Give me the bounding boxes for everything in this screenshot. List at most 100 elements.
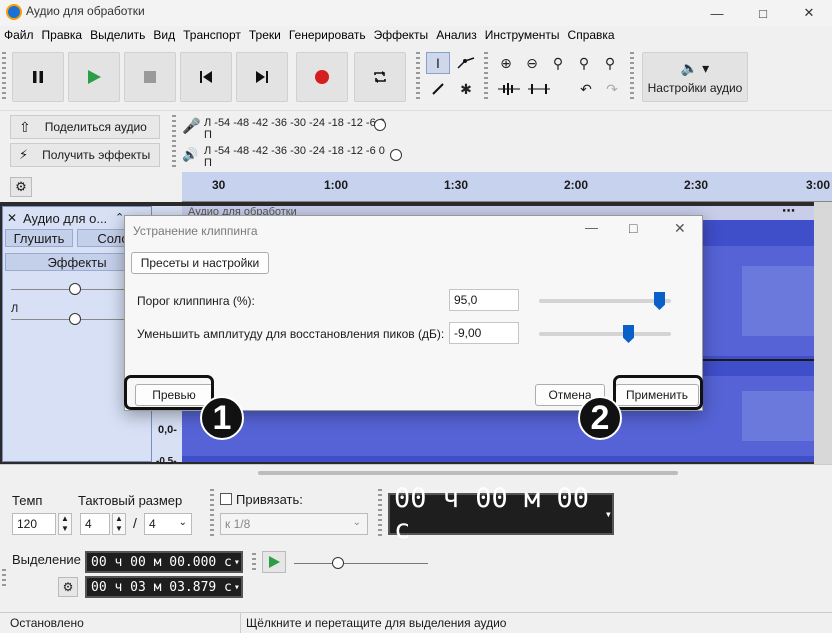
step-badge-1: 1 — [200, 396, 244, 440]
timesig-stepper[interactable]: ▲ ▼ — [112, 513, 126, 535]
dialog-minimize-button[interactable]: — — [585, 220, 598, 235]
snap-value: к 1/8 — [225, 517, 251, 531]
record-button[interactable] — [296, 52, 348, 102]
silence-button[interactable] — [524, 78, 554, 100]
snap-checkbox[interactable] — [220, 493, 232, 505]
record-meter-scale[interactable]: Л -54 -48 -42 -36 -30 -24 -18 -12 -6 0 — [204, 117, 385, 129]
chevron-up-icon[interactable]: ⌃ — [115, 211, 124, 224]
snap-grip[interactable] — [210, 489, 214, 539]
tempo-input[interactable]: 120 — [12, 513, 56, 535]
record-volume-slider[interactable] — [374, 119, 386, 131]
envelope-tool[interactable] — [454, 52, 478, 74]
draw-tool[interactable] — [426, 78, 450, 100]
pause-button[interactable] — [12, 52, 64, 102]
stop-button[interactable] — [124, 52, 176, 102]
dialog-close-button[interactable]: ✕ — [674, 220, 686, 237]
snap-select[interactable]: к 1/8 ⌄ — [220, 513, 368, 535]
toolbar-grip-3[interactable] — [484, 52, 488, 102]
skip-end-icon — [256, 71, 268, 83]
skip-start-button[interactable] — [180, 52, 232, 102]
zoom-out-button[interactable]: ⊖ — [520, 52, 544, 74]
trim-button[interactable] — [494, 78, 524, 100]
selection-label: Выделение — [12, 552, 81, 567]
audio-settings-button[interactable]: 🔈 ▾ Настройки аудио — [642, 52, 748, 102]
zoom-toggle-icon: ⚲ — [604, 54, 616, 71]
redo-button[interactable]: ↷ — [600, 78, 624, 100]
skip-end-button[interactable] — [236, 52, 288, 102]
loop-button[interactable] — [354, 52, 406, 102]
maximize-button[interactable]: □ — [740, 0, 786, 26]
tempo-stepper[interactable]: ▲ ▼ — [58, 513, 72, 535]
reduce-input[interactable]: -9,00 — [449, 322, 519, 344]
track-name[interactable]: Аудио для о... — [23, 211, 107, 226]
selection-grip[interactable] — [2, 569, 6, 589]
microphone-icon[interactable]: 🎤 — [182, 117, 201, 135]
timeline-gear-icon[interactable]: ⚙ — [10, 177, 32, 197]
play-speed-grip[interactable] — [252, 553, 256, 573]
track-menu-icon[interactable]: ⋯ — [782, 203, 795, 219]
threshold-input[interactable]: 95,0 — [449, 289, 519, 311]
pan-left-label: Л — [11, 303, 19, 315]
selection-start-display[interactable]: 00 ч 00 м 00.000 с ▾ — [85, 551, 243, 573]
menu-view[interactable]: Вид — [151, 26, 181, 46]
menu-tools[interactable]: Инструменты — [483, 26, 566, 46]
zoom-in-icon: ⊕ — [500, 54, 512, 71]
menu-effects[interactable]: Эффекты — [372, 26, 435, 46]
zoom-out-icon: ⊖ — [526, 54, 538, 71]
close-window-button[interactable]: ✕ — [786, 0, 832, 26]
close-track-icon[interactable]: ✕ — [7, 211, 17, 225]
fit-project-button[interactable]: ⚲ — [572, 52, 596, 74]
snap-label: Привязать: — [236, 492, 303, 507]
selection-end-display[interactable]: 00 ч 03 м 03.879 с ▾ — [85, 576, 243, 598]
pan-slider[interactable] — [69, 313, 81, 325]
zoom-toggle-button[interactable]: ⚲ — [598, 52, 622, 74]
horizontal-scrollbar[interactable] — [258, 471, 678, 475]
menu-transport[interactable]: Транспорт — [181, 26, 247, 46]
chevron-down-icon: ▾ — [233, 581, 240, 593]
timesig-denominator[interactable]: 4 ⌄ — [144, 513, 192, 535]
speed-slider[interactable] — [332, 557, 344, 569]
toolbar-grip-4[interactable] — [630, 52, 634, 102]
reduce-slider-track — [539, 332, 671, 336]
toolbar-grip-2[interactable] — [416, 52, 420, 102]
selection-tool[interactable]: I — [426, 52, 450, 74]
time-signature-label: Тактовый размер — [78, 493, 183, 508]
share-audio-button[interactable]: ⇧ Поделиться аудио — [10, 115, 160, 139]
big-time-value: 00 ч 00 м 00 с — [394, 483, 590, 545]
app-logo-icon — [6, 4, 22, 20]
minimize-button[interactable]: — — [694, 0, 740, 26]
big-time-display[interactable]: 00 ч 00 м 00 с ▾ — [388, 483, 614, 545]
presets-button[interactable]: Пресеты и настройки — [131, 252, 269, 274]
menu-select[interactable]: Выделить — [88, 26, 151, 46]
play-icon — [88, 70, 101, 84]
multi-tool[interactable]: ✱ — [454, 78, 478, 100]
speaker-icon[interactable]: 🔊 — [182, 147, 198, 163]
zoom-in-button[interactable]: ⊕ — [494, 52, 518, 74]
fit-selection-button[interactable]: ⚲ — [546, 52, 570, 74]
reduce-slider[interactable] — [623, 325, 634, 343]
gain-slider[interactable] — [69, 283, 81, 295]
vertical-scrollbar[interactable] — [814, 202, 832, 464]
meter-toolbar: ⇧ Поделиться аудио ⚡ Получить эффекты 🎤 … — [0, 110, 832, 172]
dialog-maximize-button[interactable]: □ — [629, 220, 637, 236]
undo-button[interactable]: ↶ — [574, 78, 598, 100]
threshold-slider[interactable] — [654, 292, 665, 310]
play-at-speed-button[interactable] — [262, 551, 286, 573]
menu-analyze[interactable]: Анализ — [434, 26, 483, 46]
menu-file[interactable]: Файл — [2, 26, 40, 46]
playback-volume-slider[interactable] — [390, 149, 402, 161]
meter-grip[interactable] — [172, 115, 176, 169]
timeline-ruler[interactable]: 30 1:00 1:30 2:00 2:30 3:00 — [182, 172, 832, 202]
time-grip[interactable] — [378, 489, 382, 539]
get-effects-button[interactable]: ⚡ Получить эффекты — [10, 143, 160, 167]
play-button[interactable] — [68, 52, 120, 102]
menu-edit[interactable]: Правка — [40, 26, 89, 46]
menu-help[interactable]: Справка — [566, 26, 621, 46]
toolbar-grip[interactable] — [2, 52, 6, 102]
selection-gear-icon[interactable]: ⚙ — [58, 577, 78, 597]
mute-button[interactable]: Глушить — [5, 229, 73, 247]
menu-tracks[interactable]: Треки — [247, 26, 287, 46]
menu-generate[interactable]: Генерировать — [287, 26, 372, 46]
play-meter-scale[interactable]: Л -54 -48 -42 -36 -30 -24 -18 -12 -6 0 — [204, 145, 385, 157]
timesig-numerator[interactable]: 4 — [80, 513, 110, 535]
